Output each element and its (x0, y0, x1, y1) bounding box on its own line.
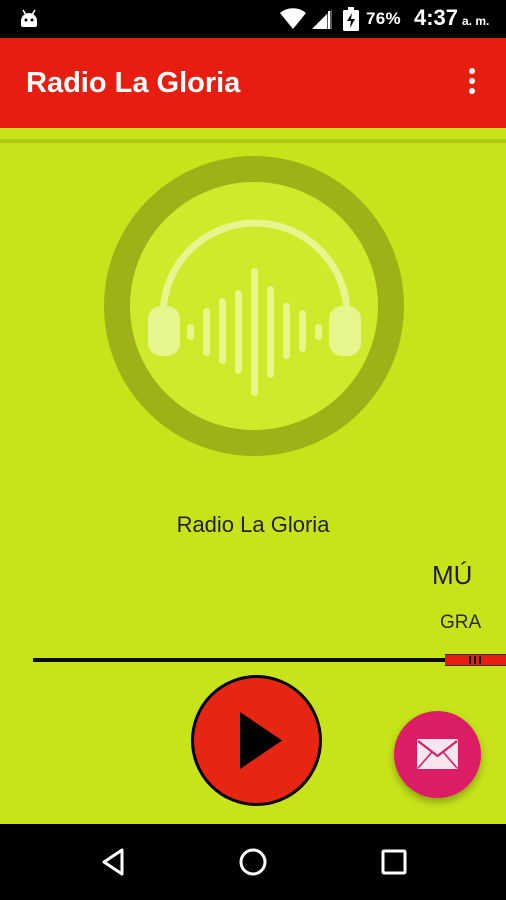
back-icon[interactable] (93, 842, 133, 882)
signal-icon (312, 9, 332, 29)
mail-icon (417, 739, 458, 769)
now-playing-subtitle: GRA (440, 612, 482, 633)
play-button[interactable] (191, 675, 322, 806)
progress-thumb[interactable] (466, 655, 484, 665)
wifi-icon (280, 8, 306, 29)
clock-ampm: a. m. (462, 14, 490, 28)
play-icon (240, 712, 282, 769)
home-icon[interactable] (233, 842, 273, 882)
contact-fab[interactable] (394, 711, 481, 798)
station-name: Radio La Gloria (176, 512, 330, 537)
recents-icon[interactable] (374, 842, 414, 882)
now-playing-title: MÚ (432, 560, 473, 590)
overflow-menu-icon[interactable] (462, 66, 482, 100)
stream-progress-track[interactable] (33, 658, 445, 662)
android-icon (21, 9, 37, 27)
battery-percentage: 76% (366, 9, 401, 28)
status-bar: 76% 4:37 a. m. (0, 0, 506, 38)
player-screen: Radio La Gloria MÚ GRA (0, 128, 506, 824)
clock: 4:37 (414, 5, 459, 30)
navigation-bar (0, 824, 506, 900)
app-title: Radio La Gloria (26, 67, 241, 99)
battery-charging-icon (343, 7, 359, 31)
app-bar: Radio La Gloria (0, 38, 506, 128)
